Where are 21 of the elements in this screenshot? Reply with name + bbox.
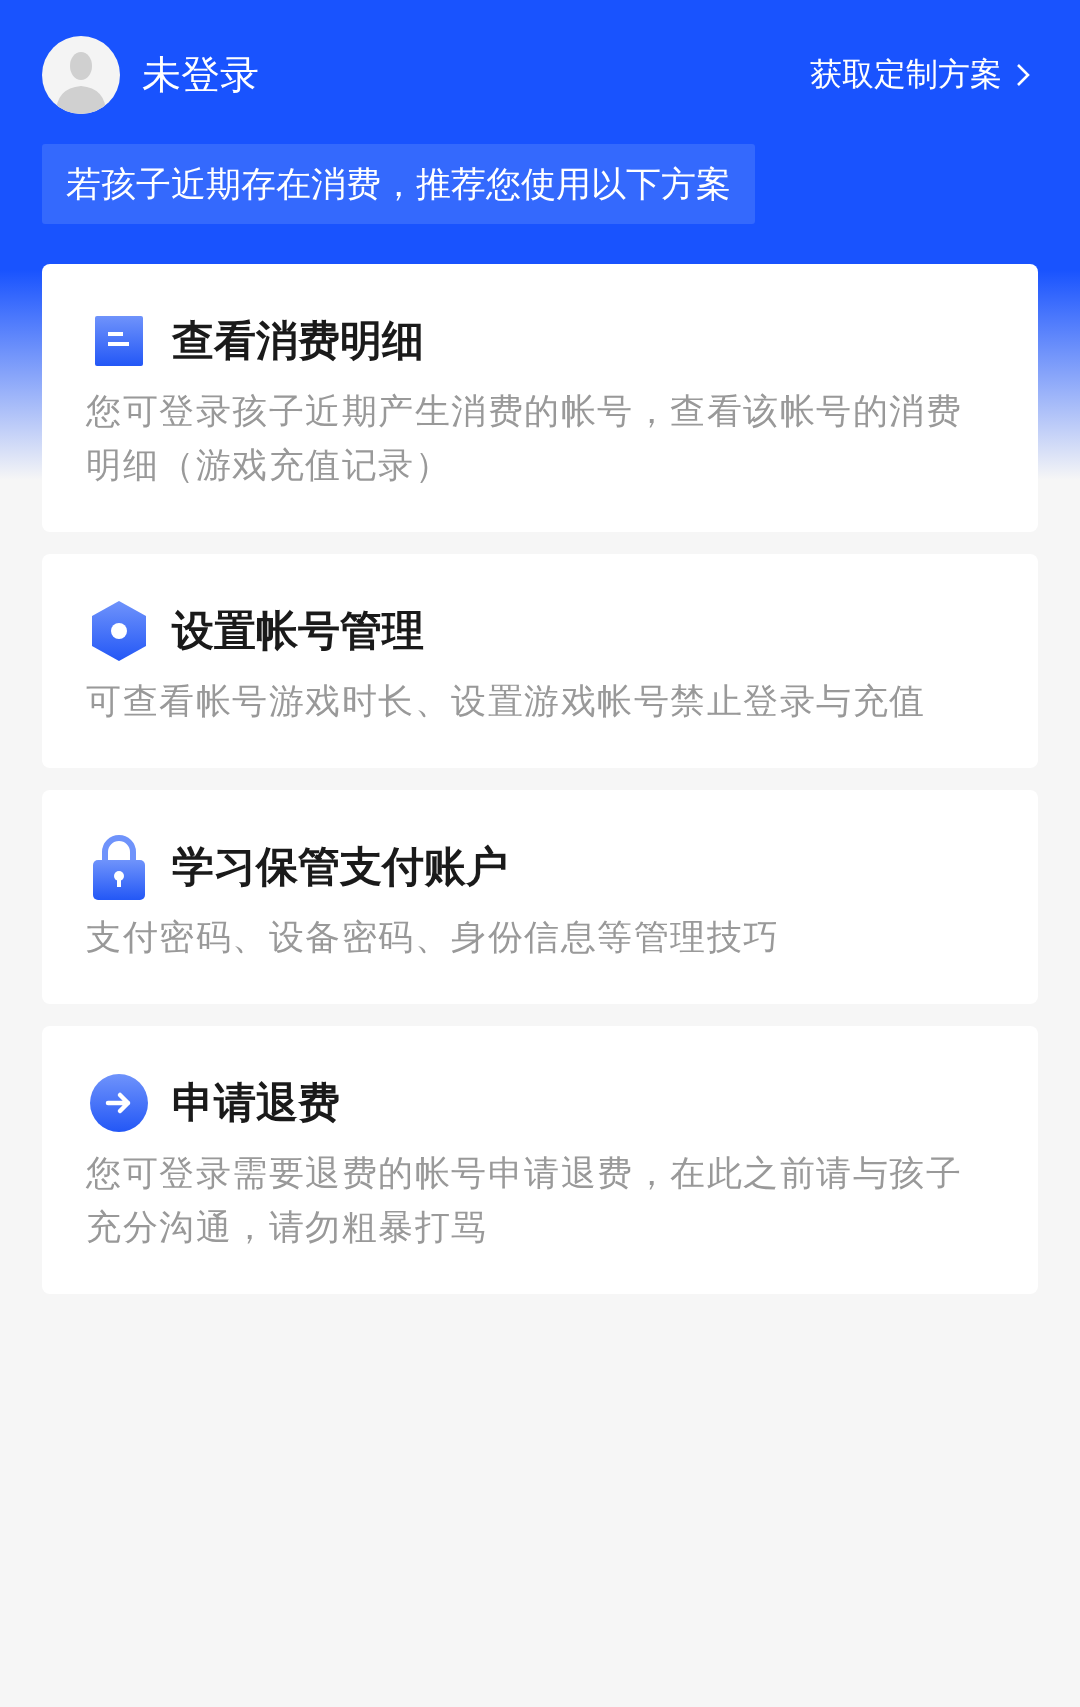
hexagon-icon bbox=[92, 601, 146, 661]
card-description: 您可登录需要退费的帐号申请退费，在此之前请与孩子充分沟通，请勿粗暴打骂 bbox=[86, 1152, 963, 1249]
custom-plan-link[interactable]: 获取定制方案 bbox=[810, 53, 1030, 97]
option-card[interactable]: 设置帐号管理 可查看帐号游戏时长、设置游戏帐号禁止登录与充值 bbox=[42, 554, 1038, 768]
card-title: 申请退费 bbox=[172, 1077, 340, 1129]
card-description: 支付密码、设备密码、身份信息等管理技巧 bbox=[86, 916, 781, 959]
card-description: 您可登录孩子近期产生消费的帐号，查看该帐号的消费明细（游戏充值记录） bbox=[86, 390, 963, 487]
avatar-icon[interactable] bbox=[42, 36, 120, 114]
document-icon bbox=[95, 316, 143, 366]
lock-icon bbox=[93, 834, 145, 900]
card-title: 设置帐号管理 bbox=[172, 605, 424, 657]
option-card[interactable]: 查看消费明细 您可登录孩子近期产生消费的帐号，查看该帐号的消费明细（游戏充值记录） bbox=[42, 264, 1038, 532]
card-title: 学习保管支付账户 bbox=[172, 841, 508, 893]
chevron-right-icon bbox=[1016, 63, 1030, 87]
user-name: 未登录 bbox=[142, 51, 259, 99]
card-title: 查看消费明细 bbox=[172, 315, 424, 367]
option-card[interactable]: 学习保管支付账户 支付密码、设备密码、身份信息等管理技巧 bbox=[42, 790, 1038, 1004]
card-description: 可查看帐号游戏时长、设置游戏帐号禁止登录与充值 bbox=[86, 680, 927, 723]
arrow-right-icon bbox=[90, 1074, 148, 1132]
option-card[interactable]: 申请退费 您可登录需要退费的帐号申请退费，在此之前请与孩子充分沟通，请勿粗暴打骂 bbox=[42, 1026, 1038, 1294]
recommendation-banner: 若孩子近期存在消费，推荐您使用以下方案 bbox=[42, 144, 755, 224]
